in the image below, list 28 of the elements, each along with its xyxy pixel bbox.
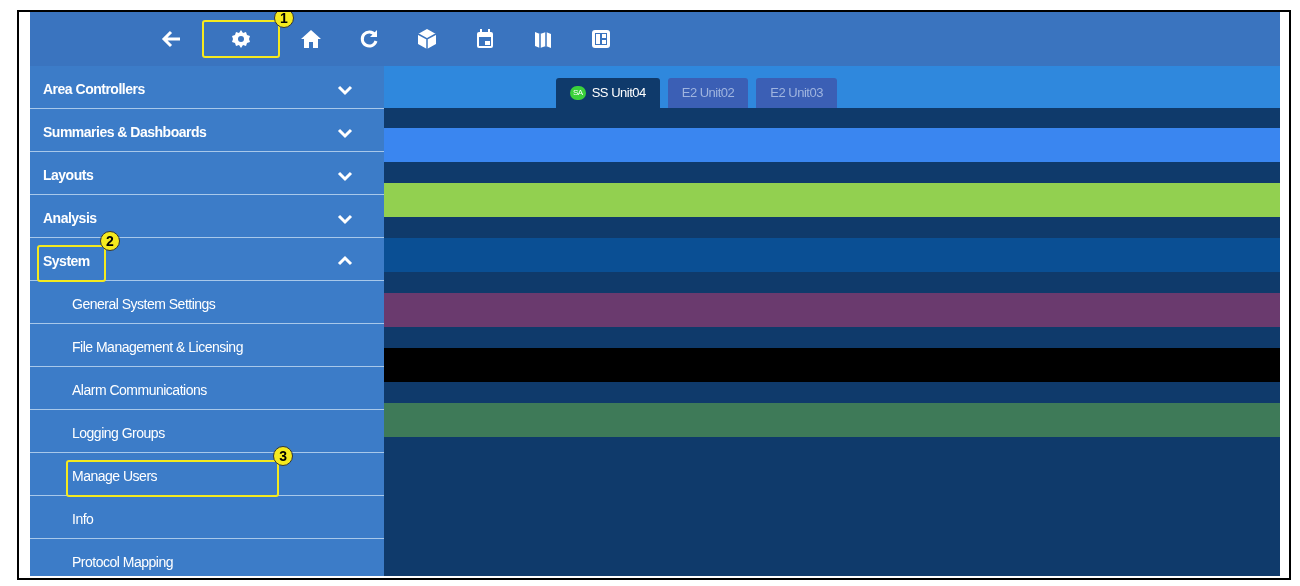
home-icon	[300, 29, 322, 49]
submenu-item[interactable]: Alarm Communications	[72, 382, 207, 398]
settings-button[interactable]	[202, 20, 280, 58]
menu-section[interactable]: Summaries & Dashboards	[43, 124, 207, 140]
menu-section[interactable]: Layouts	[43, 167, 94, 183]
callout-number: 1	[274, 12, 294, 28]
tab[interactable]: SA SS Unit04	[556, 78, 660, 108]
callout-number: 2	[99, 231, 120, 251]
menu-section[interactable]: Analysis	[43, 210, 97, 226]
submenu-item[interactable]: General System Settings	[72, 296, 216, 312]
submenu-item[interactable]: File Management & Licensing	[72, 339, 243, 355]
submenu-item[interactable]: Logging Groups	[72, 425, 165, 441]
menu-section[interactable]: System	[37, 245, 106, 282]
refresh-icon	[359, 29, 379, 49]
status-badge: SA	[570, 86, 586, 100]
calendar-icon	[475, 29, 495, 49]
map-icon	[533, 29, 553, 49]
tab[interactable]: E2 Unit02	[667, 78, 749, 108]
callout-number: 3	[273, 446, 294, 466]
panel-icon	[590, 28, 612, 50]
settings-icon	[231, 29, 251, 49]
back-arrow-icon	[160, 29, 182, 49]
cube-icon	[416, 28, 438, 50]
submenu-item[interactable]: Info	[72, 511, 94, 527]
submenu-item[interactable]: Manage Users	[66, 460, 280, 497]
submenu-item[interactable]: Protocol Mapping	[72, 554, 173, 570]
menu-section[interactable]: Area Controllers	[43, 81, 145, 97]
tab[interactable]: E2 Unit03	[756, 78, 837, 108]
